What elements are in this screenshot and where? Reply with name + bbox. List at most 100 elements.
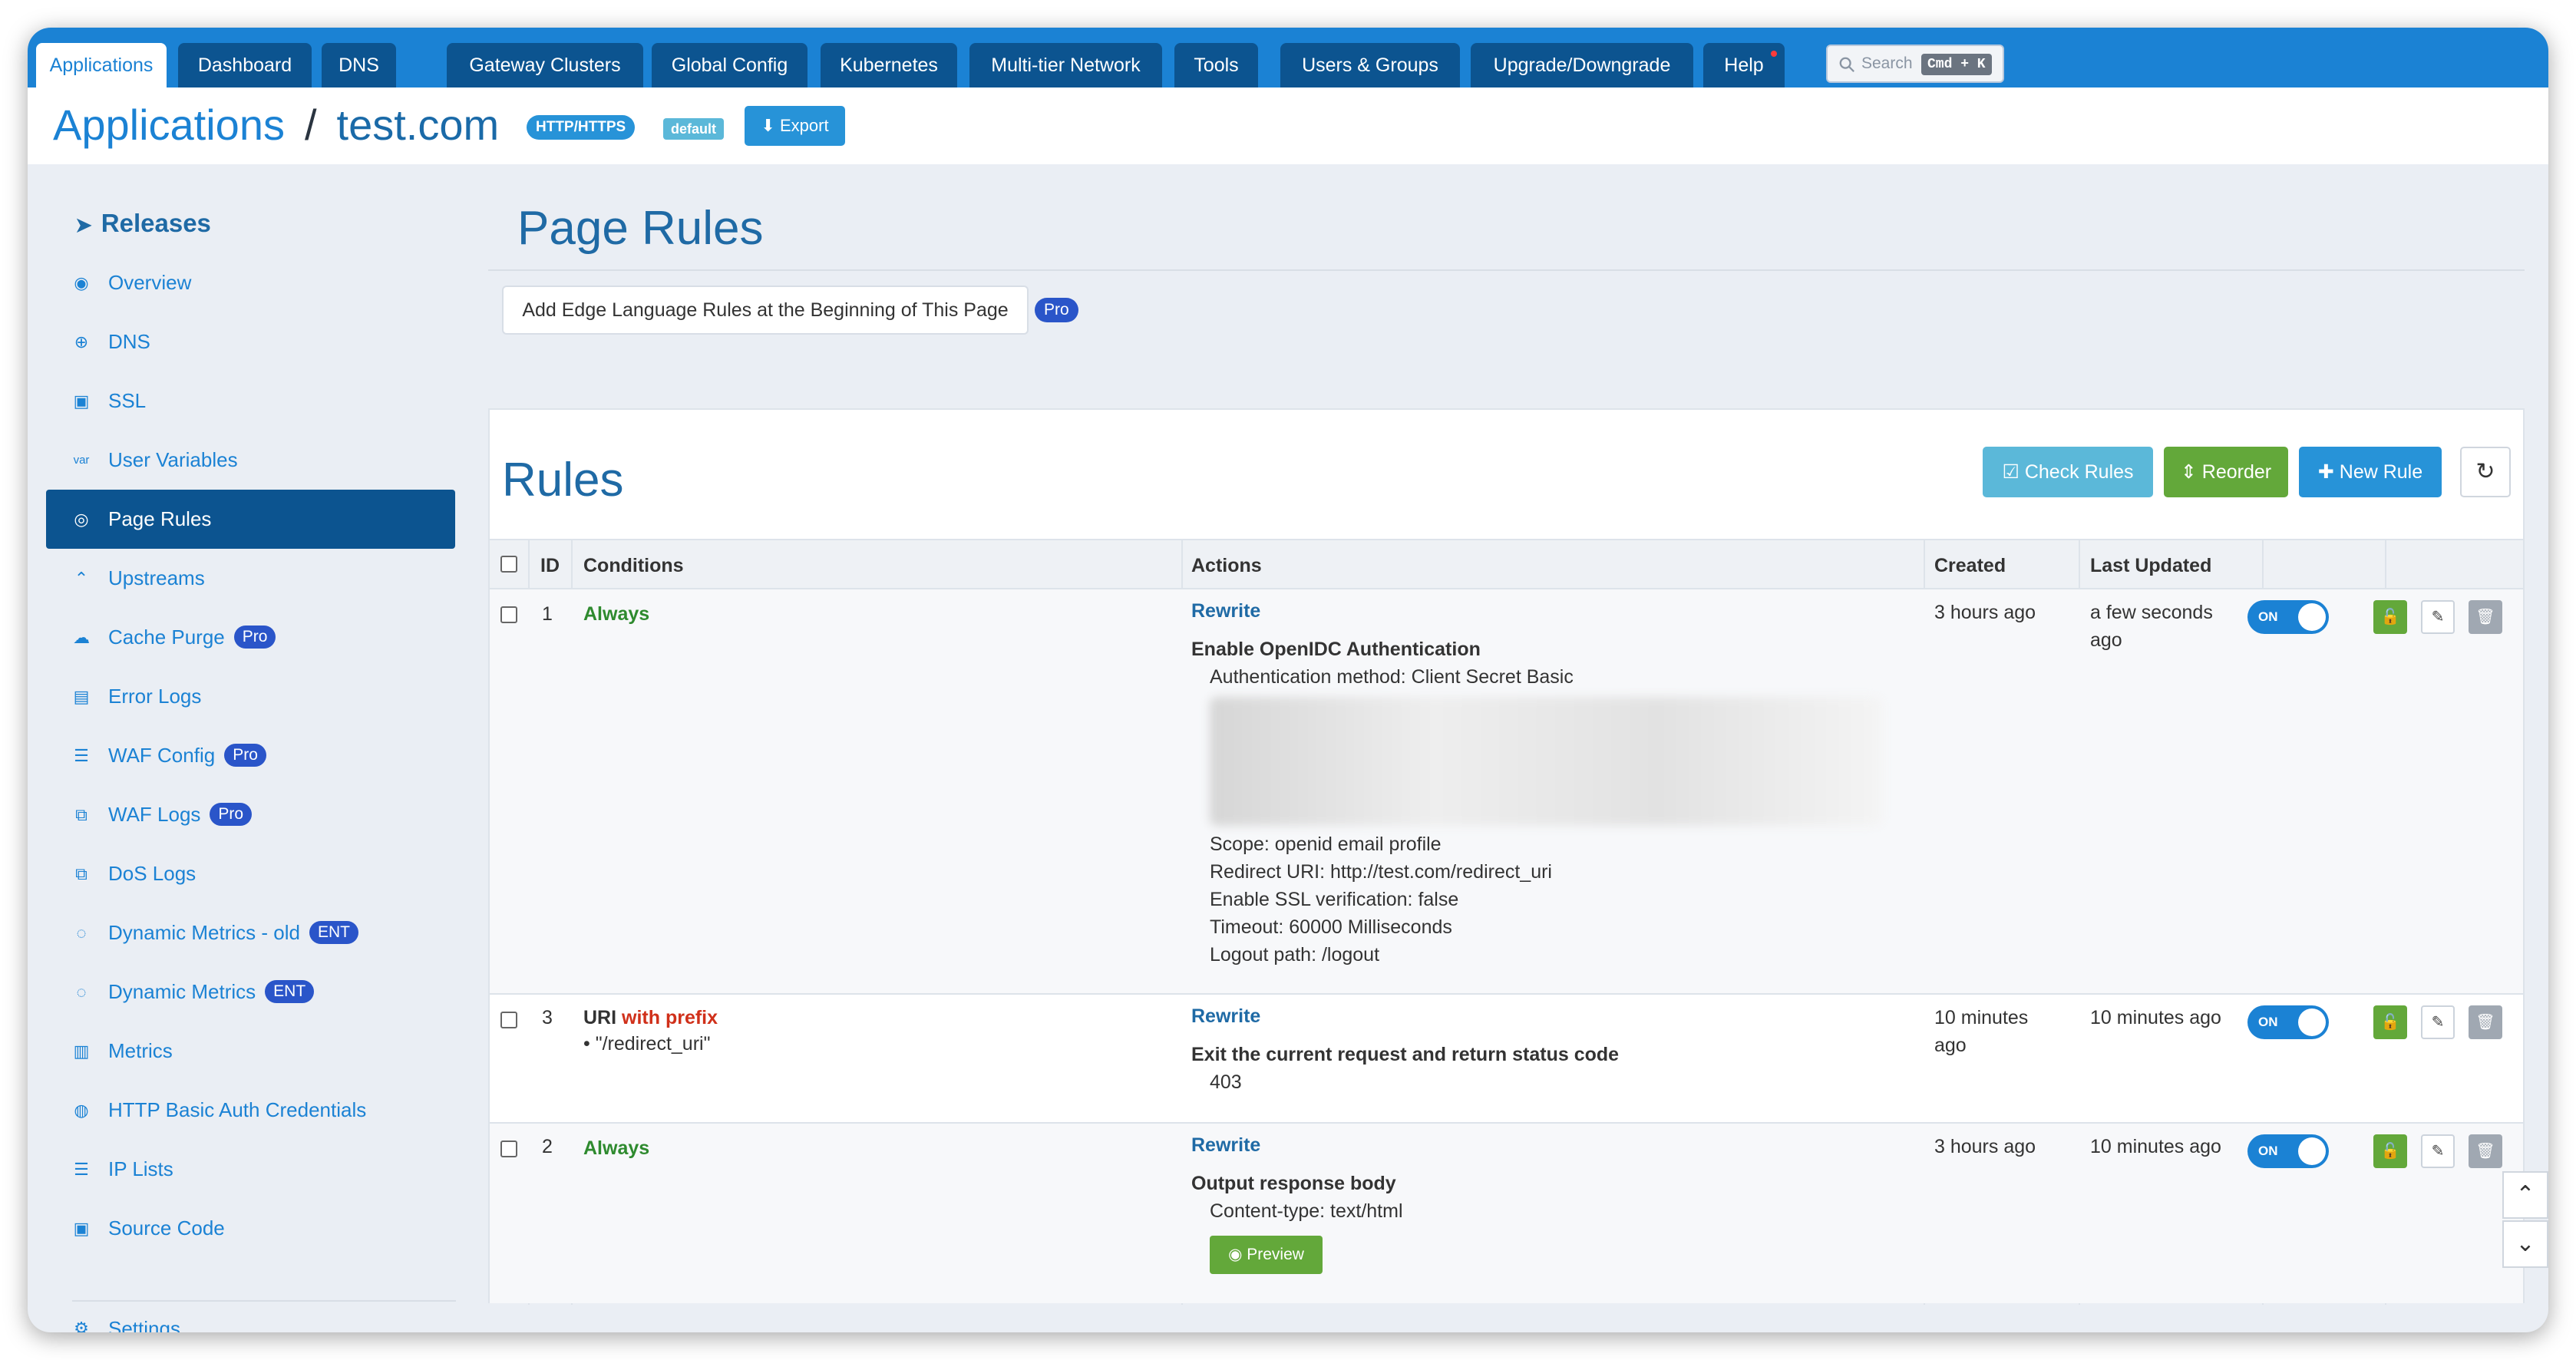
search-input[interactable]: Search Cmd + K [1826,45,2004,83]
unlock-button[interactable]: 🔓 [2373,1005,2407,1039]
sidebar-item-upstreams[interactable]: ⌃ Upstreams [46,549,455,608]
delete-button[interactable]: 🗑 [2469,1134,2502,1168]
rule-condition-value: • "/redirect_uri" [583,1033,711,1055]
rule-toggle[interactable]: ON [2247,1005,2329,1039]
lock-icon: 🔓 [2380,609,2400,626]
app-window: Applications Dashboard DNS Gateway Clust… [28,28,2548,1332]
sidebar-item-dynamic-metrics-old[interactable]: ◌ Dynamic Metrics - old ENT [46,903,455,962]
rule-created: 10 minutes [1934,1007,2029,1028]
sidebar-item-dynamic-metrics[interactable]: ◌ Dynamic Metrics ENT [46,962,455,1022]
tab-gateway-clusters[interactable]: Gateway Clusters [447,43,643,87]
reorder-button[interactable]: ⇕ Reorder [2164,447,2288,497]
refresh-button[interactable]: ↻ [2460,447,2511,497]
tab-dns[interactable]: DNS [322,43,396,87]
scroll-down-button[interactable]: ⌄ [2502,1220,2548,1268]
tab-users-groups[interactable]: Users & Groups [1280,43,1460,87]
globe-icon: ⊕ [74,332,89,352]
metrics-old-icon: ◌ [76,923,87,942]
row-checkbox[interactable] [500,1140,517,1157]
protocol-badge: HTTP/HTTPS [527,115,636,140]
rule-action-title: Output response body [1191,1173,1396,1194]
tab-dashboard[interactable]: Dashboard [178,43,312,87]
lock-icon: 🔓 [2380,1143,2400,1160]
pro-badge: Pro [1035,298,1078,322]
list-icon: ☰ [74,1160,89,1179]
rule-action-detail: Content-type: text/html [1210,1200,1403,1222]
rule-action-detail: Logout path: /logout [1210,944,1380,966]
trash-icon: 🗑 [2475,1143,2495,1160]
rule-created: 3 hours ago [1934,602,2036,623]
rules-icon: ◎ [74,510,89,529]
scroll-up-button[interactable]: ⌃ [2502,1171,2548,1219]
tab-help[interactable]: Help [1703,43,1785,87]
preview-button[interactable]: ◉ Preview [1210,1236,1323,1274]
sidebar-item-source-code[interactable]: ▣ Source Code [46,1199,455,1258]
gear-icon: ⚙ [74,1319,89,1333]
column-actions: Actions [1191,555,1262,576]
unlock-button[interactable]: 🔓 [2373,600,2407,634]
rule-action-type[interactable]: Rewrite [1191,597,1260,625]
bar-chart-icon: ▥ [73,1041,90,1061]
tab-upgrade-downgrade[interactable]: Upgrade/Downgrade [1471,43,1693,87]
add-edge-language-rules-button[interactable]: Add Edge Language Rules at the Beginning… [502,286,1029,335]
rule-action-detail: Redirect URI: http://test.com/redirect_u… [1210,861,1552,883]
column-created: Created [1934,555,2006,576]
sidebar-item-ip-lists[interactable]: ☰ IP Lists [46,1140,455,1199]
edit-icon: ✎ [2431,609,2445,626]
sidebar-item-waf-logs[interactable]: ⧉ WAF Logs Pro [46,785,455,844]
sidebar-item-overview[interactable]: ◉ Overview [46,253,455,312]
sidebar-item-page-rules[interactable]: ◎ Page Rules [46,490,455,549]
sidebar-item-metrics[interactable]: ▥ Metrics [46,1022,455,1081]
top-nav: Applications Dashboard DNS Gateway Clust… [28,28,2548,87]
rule-condition: Always [583,1137,650,1159]
rule-action-detail: Timeout: 60000 Milliseconds [1210,916,1452,938]
tab-tools[interactable]: Tools [1174,43,1258,87]
check-square-icon: ☑ [2002,461,2020,483]
check-rules-button[interactable]: ☑ Check Rules [1983,447,2153,497]
page-title: Page Rules [517,202,764,255]
rule-action-type[interactable]: Rewrite [1191,1002,1260,1030]
delete-button[interactable]: 🗑 [2469,1005,2502,1039]
rule-id: 2 [542,1136,553,1157]
redacted-content [1210,697,1882,826]
sidebar-item-dns[interactable]: ⊕ DNS [46,312,455,371]
sidebar-item-user-variables[interactable]: var User Variables [46,431,455,490]
trash-icon: 🗑 [2475,1014,2495,1031]
delete-button[interactable]: 🗑 [2469,600,2502,634]
rule-updated: 10 minutes ago [2090,1007,2221,1028]
column-conditions: Conditions [583,555,684,576]
unlock-button[interactable]: 🔓 [2373,1134,2407,1168]
chevron-up-icon: ⌃ [2515,1182,2535,1207]
edit-icon: ✎ [2431,1014,2445,1031]
toggle-knob [2298,1137,2326,1165]
toggle-knob [2298,603,2326,631]
sidebar-item-waf-config[interactable]: ☰ WAF Config Pro [46,726,455,785]
table-header: ID Conditions Actions Created Last Updat… [490,539,2523,589]
row-checkbox[interactable] [500,1012,517,1028]
edit-button[interactable]: ✎ [2421,600,2455,634]
rule-action-type[interactable]: Rewrite [1191,1131,1260,1159]
breadcrumb-separator: / [304,101,317,149]
edit-button[interactable]: ✎ [2421,1134,2455,1168]
sidebar-item-http-basic-auth[interactable]: ◍ HTTP Basic Auth Credentials [46,1081,455,1140]
sidebar-item-dos-logs[interactable]: ⧉ DoS Logs [46,844,455,903]
sidebar-item-error-logs[interactable]: ▤ Error Logs [46,667,455,726]
new-rule-button[interactable]: ✚ New Rule [2299,447,2442,497]
rule-toggle[interactable]: ON [2247,600,2329,634]
sidebar-item-settings[interactable]: ⚙ Settings [46,1306,455,1332]
sidebar-item-ssl[interactable]: ▣ SSL [46,371,455,431]
edit-button[interactable]: ✎ [2421,1005,2455,1039]
tab-kubernetes[interactable]: Kubernetes [821,43,957,87]
rule-toggle[interactable]: ON [2247,1134,2329,1168]
breadcrumb-root[interactable]: Applications [53,101,285,149]
select-all-checkbox[interactable] [500,556,517,573]
tab-global-config[interactable]: Global Config [652,43,807,87]
log-icon: ▤ [73,687,90,706]
row-checkbox[interactable] [500,606,517,623]
tab-applications[interactable]: Applications [36,43,167,87]
tab-multi-tier-network[interactable]: Multi-tier Network [969,43,1162,87]
search-shortcut: Cmd + K [1921,54,1992,75]
terminal-icon: ▣ [73,1219,90,1238]
sidebar-item-cache-purge[interactable]: ☁ Cache Purge Pro [46,608,455,667]
export-button[interactable]: ⬇ Export [745,106,845,146]
